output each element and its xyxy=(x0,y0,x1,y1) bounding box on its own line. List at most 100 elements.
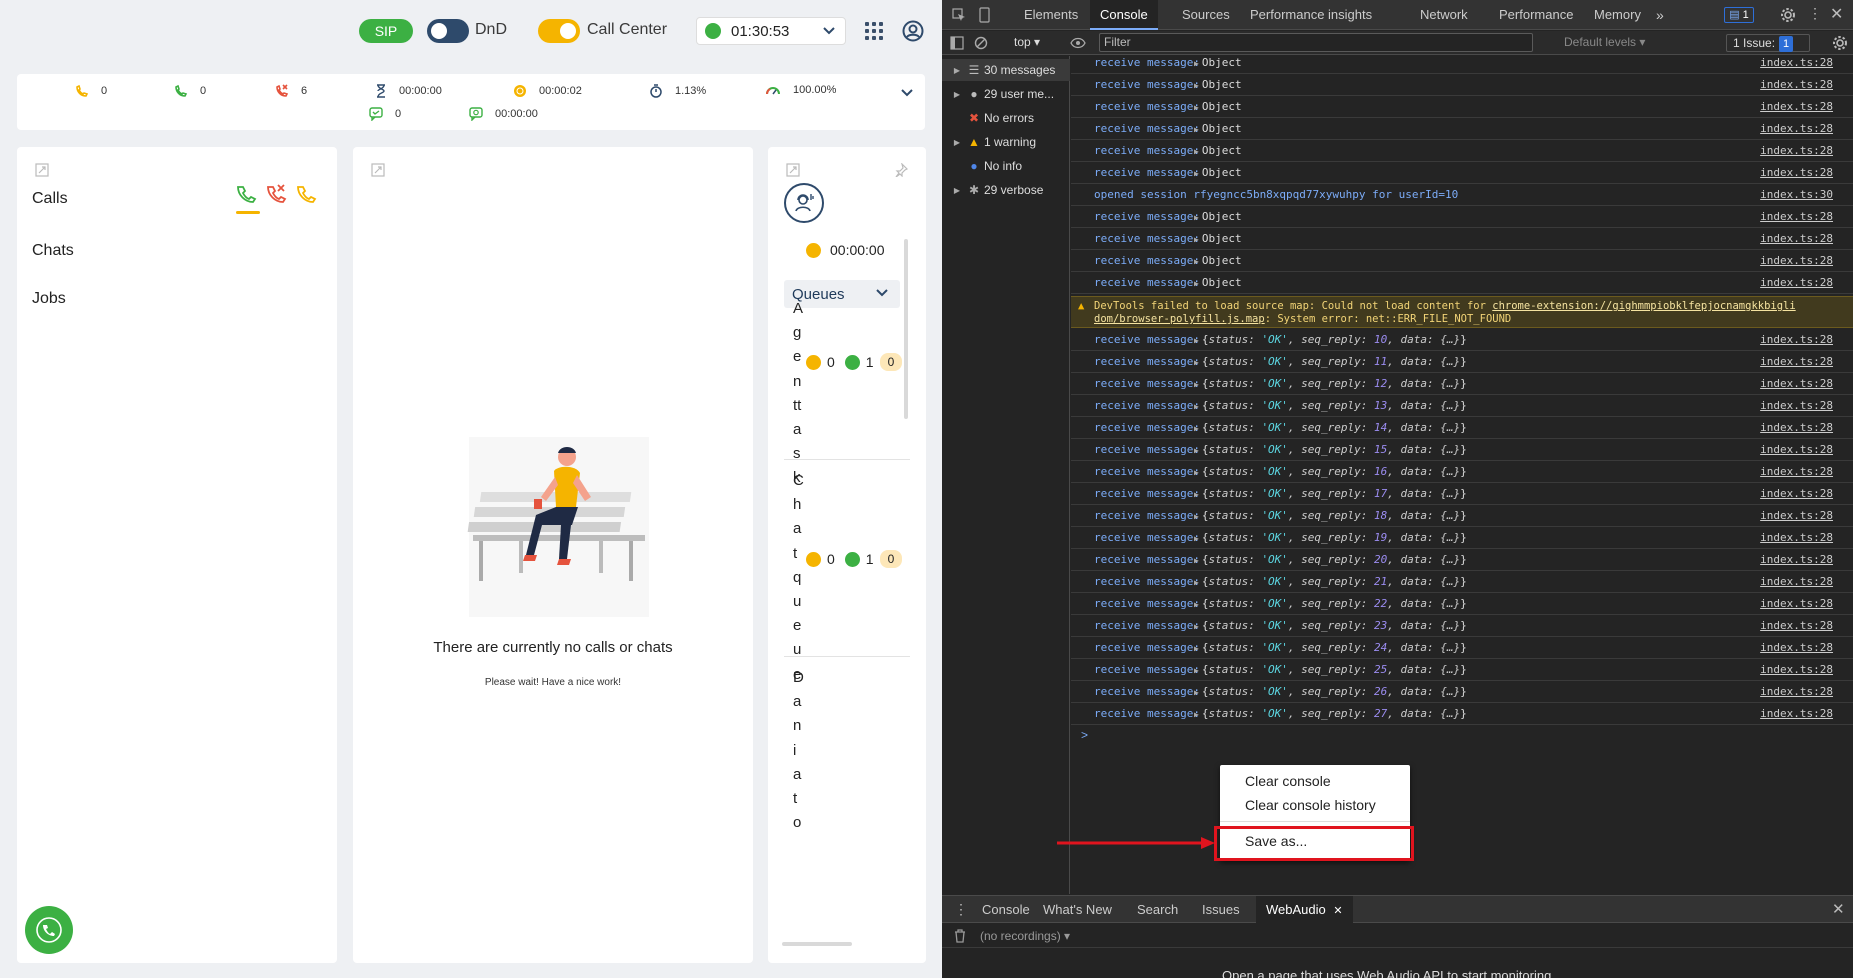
sip-status-pill[interactable]: SIP xyxy=(359,19,413,43)
sidebar-item-messages[interactable]: ▶ ☰ 30 messages xyxy=(942,59,1070,81)
log-row[interactable]: receive message: ▶ {status: 'OK', seq_rep… xyxy=(1071,439,1853,461)
log-row[interactable]: receive message: ▶ Object index.ts:28 xyxy=(1071,140,1853,162)
log-source-link[interactable]: index.ts:28 xyxy=(1760,509,1833,522)
drawer-tab-search[interactable]: Search xyxy=(1137,902,1178,917)
log-source-link[interactable]: index.ts:30 xyxy=(1760,188,1833,201)
drawer-menu-icon[interactable]: ⋮ xyxy=(954,901,968,918)
pin-icon[interactable] xyxy=(894,163,908,177)
settings-gear-icon[interactable] xyxy=(1780,7,1796,23)
dialer-button[interactable] xyxy=(25,906,73,954)
tab-memory[interactable]: Memory xyxy=(1594,0,1641,30)
tab-performance-insights[interactable]: Performance insights xyxy=(1250,0,1372,30)
log-levels-dropdown[interactable]: Default levels ▾ xyxy=(1564,35,1645,49)
log-source-link[interactable]: index.ts:28 xyxy=(1760,663,1833,676)
menu-item-clear-console-history[interactable]: Clear console history xyxy=(1245,797,1376,813)
tab-sources[interactable]: Sources xyxy=(1182,0,1230,30)
context-selector[interactable]: top ▾ xyxy=(1014,35,1040,49)
log-row[interactable]: receive message: ▶ {status: 'OK', seq_rep… xyxy=(1071,703,1853,725)
console-settings-gear-icon[interactable] xyxy=(1832,35,1848,51)
user-profile-icon[interactable] xyxy=(902,20,924,42)
log-row[interactable]: receive message: ▶ Object index.ts:28 xyxy=(1071,272,1853,294)
missed-calls-icon[interactable] xyxy=(265,183,287,205)
stats-expand-chevron-icon[interactable] xyxy=(899,85,915,101)
close-drawer-icon[interactable]: ✕ xyxy=(1832,900,1845,918)
nav-chats[interactable]: Chats xyxy=(32,242,74,260)
dnd-toggle[interactable] xyxy=(427,19,469,43)
log-row[interactable]: receive message: ▶ Object index.ts:28 xyxy=(1071,118,1853,140)
trash-icon[interactable] xyxy=(954,929,966,943)
source-map-link[interactable]: chrome-extension://gighmmpiobklfepjocnam… xyxy=(1492,300,1795,312)
log-source-link[interactable]: index.ts:28 xyxy=(1760,78,1833,91)
log-source-link[interactable]: index.ts:28 xyxy=(1760,575,1833,588)
log-row[interactable]: receive message: ▶ {status: 'OK', seq_rep… xyxy=(1071,461,1853,483)
log-source-link[interactable]: index.ts:28 xyxy=(1760,553,1833,566)
queued-calls-icon[interactable] xyxy=(295,183,317,205)
log-source-link[interactable]: index.ts:28 xyxy=(1760,707,1833,720)
log-row[interactable]: receive message: ▶ {status: 'OK', seq_rep… xyxy=(1071,637,1853,659)
log-row[interactable]: receive message: ▶ {status: 'OK', seq_rep… xyxy=(1071,527,1853,549)
nav-jobs[interactable]: Jobs xyxy=(32,290,66,308)
call-center-toggle[interactable] xyxy=(538,19,580,43)
log-source-link[interactable]: index.ts:28 xyxy=(1760,333,1833,346)
log-row-session[interactable]: opened session rfyegncc5bn8xqpqd77xywuhp… xyxy=(1071,184,1853,206)
sidebar-toggle-icon[interactable] xyxy=(950,36,964,50)
log-row[interactable]: receive message: ▶ Object index.ts:28 xyxy=(1071,74,1853,96)
log-source-link[interactable]: index.ts:28 xyxy=(1760,355,1833,368)
log-row[interactable]: receive message: ▶ {status: 'OK', seq_rep… xyxy=(1071,351,1853,373)
log-source-link[interactable]: index.ts:28 xyxy=(1760,465,1833,478)
filter-input[interactable]: Filter xyxy=(1099,33,1533,52)
kebab-menu-icon[interactable]: ⋮ xyxy=(1808,5,1822,22)
log-row[interactable]: receive message: ▶ Object index.ts:28 xyxy=(1071,96,1853,118)
sidebar-item-info[interactable]: ● No info xyxy=(942,155,1070,177)
recordings-select[interactable]: (no recordings) ▾ xyxy=(980,929,1070,943)
messages-badge[interactable]: ▤ 1 xyxy=(1724,7,1754,23)
log-source-link[interactable]: index.ts:28 xyxy=(1760,122,1833,135)
log-source-link[interactable]: index.ts:28 xyxy=(1760,100,1833,113)
horizontal-scrollbar[interactable] xyxy=(782,942,852,946)
vertical-scrollbar[interactable] xyxy=(904,239,908,419)
log-row[interactable]: receive message: ▶ {status: 'OK', seq_rep… xyxy=(1071,571,1853,593)
log-source-link[interactable]: index.ts:28 xyxy=(1760,232,1833,245)
log-row[interactable]: receive message: ▶ {status: 'OK', seq_rep… xyxy=(1071,373,1853,395)
log-row[interactable]: receive message: ▶ {status: 'OK', seq_rep… xyxy=(1071,593,1853,615)
log-row[interactable]: receive message: ▶ {status: 'OK', seq_rep… xyxy=(1071,549,1853,571)
drawer-tab-console[interactable]: Console xyxy=(982,902,1030,917)
sidebar-item-warnings[interactable]: ▶ ▲ 1 warning xyxy=(942,131,1070,153)
active-calls-icon[interactable] xyxy=(235,183,257,205)
log-row[interactable]: receive message: ▶ {status: 'OK', seq_rep… xyxy=(1071,417,1853,439)
log-row[interactable]: receive message: ▶ {status: 'OK', seq_rep… xyxy=(1071,395,1853,417)
log-source-link[interactable]: index.ts:28 xyxy=(1760,421,1833,434)
menu-item-clear-console[interactable]: Clear console xyxy=(1245,773,1331,789)
log-source-link[interactable]: index.ts:28 xyxy=(1760,641,1833,654)
console-prompt[interactable]: > xyxy=(1081,728,1088,742)
log-source-link[interactable]: index.ts:28 xyxy=(1760,443,1833,456)
sidebar-item-verbose[interactable]: ▶ ✱ 29 verbose xyxy=(942,179,1070,201)
more-tabs-icon[interactable]: » xyxy=(1656,0,1664,30)
log-source-link[interactable]: index.ts:28 xyxy=(1760,166,1833,179)
log-source-link[interactable]: index.ts:28 xyxy=(1760,276,1833,289)
clear-console-icon[interactable] xyxy=(974,36,988,50)
inspect-element-icon[interactable] xyxy=(952,8,966,22)
expand-icon[interactable] xyxy=(786,163,800,177)
log-row-warning[interactable]: ▲ DevTools failed to load source map: Co… xyxy=(1071,296,1853,328)
log-row[interactable]: receive message: ▶ Object index.ts:28 xyxy=(1071,52,1853,74)
log-source-link[interactable]: index.ts:28 xyxy=(1760,619,1833,632)
log-row[interactable]: receive message: ▶ Object index.ts:28 xyxy=(1071,162,1853,184)
agent-avatar[interactable] xyxy=(784,183,824,223)
log-row[interactable]: receive message: ▶ {status: 'OK', seq_rep… xyxy=(1071,505,1853,527)
expand-icon[interactable] xyxy=(35,163,49,177)
log-source-link[interactable]: index.ts:28 xyxy=(1760,144,1833,157)
log-source-link[interactable]: index.ts:28 xyxy=(1760,487,1833,500)
expand-icon[interactable] xyxy=(371,163,385,177)
device-toolbar-icon[interactable] xyxy=(978,7,992,23)
log-row[interactable]: receive message: ▶ Object index.ts:28 xyxy=(1071,250,1853,272)
sidebar-item-errors[interactable]: ✖ No errors xyxy=(942,107,1070,129)
drawer-tab-whats-new[interactable]: What's New xyxy=(1043,902,1112,917)
log-row[interactable]: receive message: ▶ Object index.ts:28 xyxy=(1071,228,1853,250)
drawer-tab-webaudio[interactable]: WebAudio ✕ xyxy=(1256,896,1353,923)
status-select[interactable]: 01:30:53 xyxy=(696,17,846,45)
log-source-link[interactable]: index.ts:28 xyxy=(1760,210,1833,223)
tab-elements[interactable]: Elements xyxy=(1024,0,1078,30)
tab-performance[interactable]: Performance xyxy=(1499,0,1573,30)
close-icon[interactable]: ✕ xyxy=(1830,4,1843,24)
